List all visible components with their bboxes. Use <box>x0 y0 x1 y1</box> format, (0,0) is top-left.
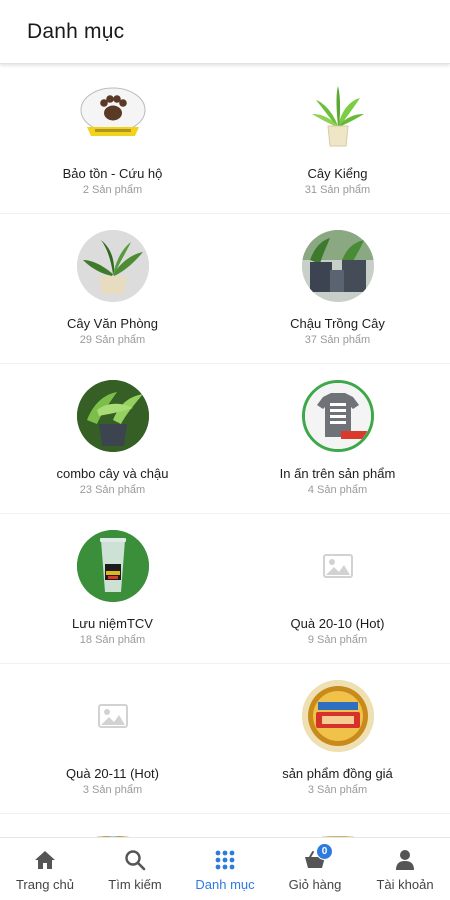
category-item-qua-20-10[interactable]: Quà 20-10 (Hot) 9 Sản phẩm <box>225 514 450 664</box>
same-price-50k-badge-image <box>301 680 374 752</box>
nav-cart[interactable]: 0 Giỏ hàng <box>270 838 360 900</box>
category-count: 3 Sản phẩm <box>82 784 143 796</box>
category-item-cay-kieng[interactable]: Cây Kiểng 31 Sản phẩm <box>225 64 450 214</box>
category-count: 18 Sản phẩm <box>79 634 146 646</box>
planter-pots-image <box>301 230 374 302</box>
office-plant-image <box>76 230 149 302</box>
nav-label: Trang chủ <box>15 877 75 892</box>
category-name: sản phẩm đồng giá <box>282 766 393 781</box>
nav-label: Giỏ hàng <box>288 877 342 892</box>
nav-account[interactable]: Tài khoản <box>360 838 450 900</box>
category-row-partial <box>0 814 450 837</box>
souvenir-cup-image <box>76 530 149 602</box>
image-placeholder-icon <box>76 680 149 752</box>
app-root: Danh mục Bảo tồn - Cứu hộ 2 Sản phẩm Cây… <box>0 0 450 900</box>
category-item-in-an-tren-san-pham[interactable]: In ấn trên sản phẩm 4 Sản phẩm <box>225 364 450 514</box>
category-name: Chậu Trồng Cây <box>290 316 385 331</box>
cart-count-badge: 0 <box>316 843 333 860</box>
nav-label: Danh mục <box>195 877 255 892</box>
category-name: Cây Văn Phòng <box>66 316 159 331</box>
category-name: Lưu niệmTCV <box>72 616 153 631</box>
nav-categories[interactable]: Danh mục <box>180 838 270 900</box>
category-row: Bảo tồn - Cứu hộ 2 Sản phẩm Cây Kiểng 31… <box>0 64 450 214</box>
page-title: Danh mục <box>27 19 125 43</box>
category-count: 31 Sản phẩm <box>304 184 371 196</box>
category-count: 4 Sản phẩm <box>307 484 368 496</box>
category-row: Cây Văn Phòng 29 Sản phẩm Chậu Trồng Cây… <box>0 214 450 364</box>
bottom-navigation: Trang chủ Tìm kiếm Danh mục 0 Giỏ hàng T… <box>0 837 450 900</box>
category-row: combo cây và chậu 23 Sản phẩm In ấn trên… <box>0 364 450 514</box>
category-item-san-pham-dong-gia[interactable]: sản phẩm đồng giá 3 Sản phẩm <box>225 664 450 814</box>
paw-logo-image <box>76 80 149 152</box>
category-item-luu-niem-tcv[interactable]: Lưu niệmTCV 18 Sản phẩm <box>0 514 225 664</box>
account-icon <box>395 849 415 871</box>
category-name: Bảo tồn - Cứu hộ <box>62 166 163 181</box>
category-row: Quà 20-11 (Hot) 3 Sản phẩm sản phẩm đồng… <box>0 664 450 814</box>
category-count: 29 Sản phẩm <box>79 334 146 346</box>
category-item-combo-cay-va-chau[interactable]: combo cây và chậu 23 Sản phẩm <box>0 364 225 514</box>
category-item-cay-van-phong[interactable]: Cây Văn Phòng 29 Sản phẩm <box>0 214 225 364</box>
category-count: 9 Sản phẩm <box>307 634 368 646</box>
category-count: 37 Sản phẩm <box>304 334 371 346</box>
category-name: Quà 20-11 (Hot) <box>66 766 159 781</box>
category-name: combo cây và chậu <box>56 466 169 481</box>
category-item-bao-ton-cuu-ho[interactable]: Bảo tồn - Cứu hộ 2 Sản phẩm <box>0 64 225 214</box>
search-icon <box>124 849 146 871</box>
cart-icon: 0 <box>303 843 333 871</box>
category-name: Quà 20-10 (Hot) <box>290 616 385 631</box>
category-grid[interactable]: Bảo tồn - Cứu hộ 2 Sản phẩm Cây Kiểng 31… <box>0 64 450 837</box>
printed-tshirt-image <box>301 380 374 452</box>
category-row: Lưu niệmTCV 18 Sản phẩm Quà 20-10 (Hot) … <box>0 514 450 664</box>
nav-label: Tài khoản <box>376 877 434 892</box>
nav-search[interactable]: Tìm kiếm <box>90 838 180 900</box>
plant-combo-image <box>76 380 149 452</box>
category-item-partial[interactable] <box>225 814 450 837</box>
grid-icon <box>215 849 235 871</box>
potted-plant-image <box>301 80 374 152</box>
nav-home[interactable]: Trang chủ <box>0 838 90 900</box>
category-item-qua-20-11[interactable]: Quà 20-11 (Hot) 3 Sản phẩm <box>0 664 225 814</box>
category-item-chau-trong-cay[interactable]: Chậu Trồng Cây 37 Sản phẩm <box>225 214 450 364</box>
category-name: Cây Kiểng <box>307 166 368 181</box>
category-count: 23 Sản phẩm <box>79 484 146 496</box>
nav-label: Tìm kiếm <box>108 877 162 892</box>
category-count: 2 Sản phẩm <box>82 184 143 196</box>
app-header: Danh mục <box>0 0 450 64</box>
category-count: 3 Sản phẩm <box>307 784 368 796</box>
category-item-partial[interactable] <box>0 814 225 837</box>
image-placeholder-icon <box>301 530 374 602</box>
home-icon <box>34 849 56 871</box>
category-name: In ấn trên sản phẩm <box>279 466 396 481</box>
